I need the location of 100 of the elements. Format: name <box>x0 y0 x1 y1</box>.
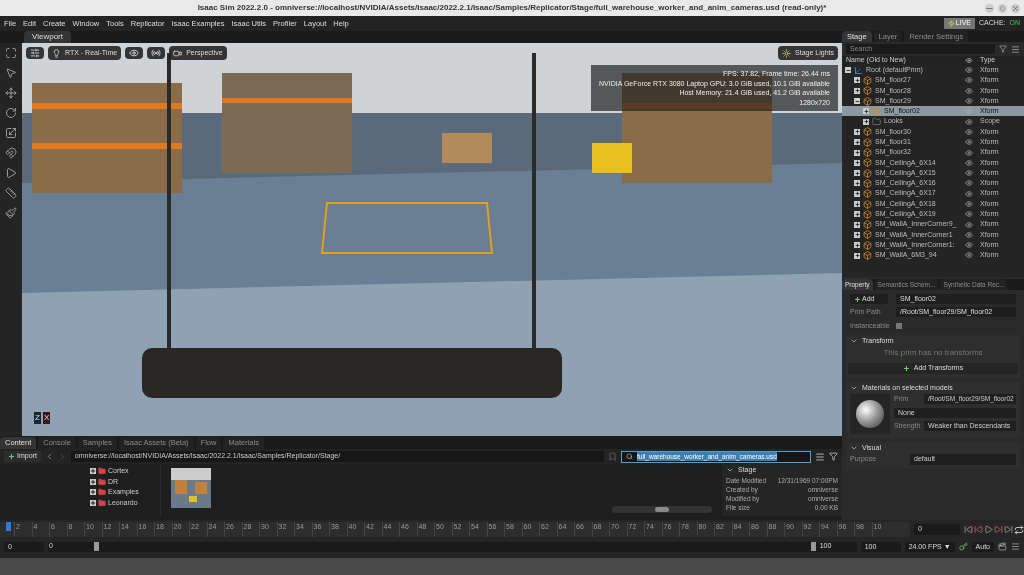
visibility-icon[interactable] <box>962 210 976 219</box>
key-icon[interactable] <box>958 542 968 551</box>
last-frame-icon[interactable] <box>994 525 1003 534</box>
visibility-icon[interactable] <box>962 148 976 157</box>
plus-icon <box>854 295 861 303</box>
clapperboard-icon[interactable] <box>998 542 1007 551</box>
expand-toggle[interactable] <box>854 159 860 166</box>
settings-button[interactable] <box>26 47 44 59</box>
expand-icon[interactable] <box>90 468 96 475</box>
expand-toggle[interactable] <box>854 211 860 218</box>
mesh-icon <box>863 251 872 260</box>
mesh-icon <box>863 86 872 96</box>
expand-toggle[interactable] <box>854 149 860 156</box>
expand-toggle[interactable] <box>854 231 860 238</box>
lightbulb-icon <box>52 48 61 58</box>
signal-button[interactable] <box>147 47 166 59</box>
menu-icon[interactable] <box>1011 542 1020 551</box>
move-icon[interactable] <box>5 87 17 99</box>
visibility-icon[interactable] <box>962 117 976 126</box>
visibility-icon[interactable] <box>962 241 976 250</box>
mesh-icon <box>863 127 872 137</box>
range-handle[interactable] <box>810 542 816 551</box>
mesh-icon <box>863 230 872 240</box>
mesh-icon <box>863 178 872 188</box>
mesh-icon <box>863 189 872 199</box>
search-icon <box>626 453 633 460</box>
mesh-icon <box>863 209 872 219</box>
visibility-icon[interactable] <box>962 179 976 188</box>
camera-icon <box>173 48 183 58</box>
expand-toggle[interactable] <box>854 139 860 146</box>
menu-icon[interactable] <box>815 451 825 462</box>
folder-icon <box>872 117 881 127</box>
visibility-icon[interactable] <box>962 220 976 229</box>
instanceable-checkbox[interactable] <box>896 322 902 329</box>
window-title: Isaac Sim 2022.2.0 - omniverse://localhost/NVIDIA/Assets/Isaac/2022.2.1/Isaac/Samples/Replicator/Stage/full_warehouse_worker_and_anim_cameras.usd (read-only)* <box>197 2 827 14</box>
previous-key-icon[interactable] <box>964 525 973 534</box>
visibility-icon[interactable] <box>962 86 976 95</box>
loop-icon[interactable] <box>1014 524 1024 535</box>
magnet-icon[interactable] <box>5 147 17 159</box>
visibility-icon[interactable] <box>962 97 976 106</box>
mesh-icon <box>863 96 872 106</box>
visibility-icon[interactable] <box>962 200 976 208</box>
rotate-icon[interactable] <box>5 107 17 119</box>
filter-icon[interactable] <box>829 452 838 461</box>
mesh-icon <box>863 220 872 230</box>
play-icon[interactable] <box>984 525 993 534</box>
expand-toggle[interactable] <box>863 118 869 125</box>
expand-toggle[interactable] <box>854 201 860 207</box>
lightning-icon <box>947 20 955 27</box>
expand-toggle[interactable] <box>854 242 860 249</box>
expand-toggle[interactable] <box>863 108 869 115</box>
expand-toggle[interactable] <box>854 87 860 94</box>
mesh-icon <box>872 106 881 116</box>
visibility-icon[interactable] <box>962 230 976 239</box>
mesh-icon <box>863 168 872 178</box>
expand-toggle[interactable] <box>854 221 860 228</box>
frame-icon[interactable] <box>5 47 17 59</box>
expand-icon[interactable] <box>90 489 96 496</box>
visibility-icon[interactable] <box>962 127 976 136</box>
expand-toggle[interactable] <box>854 170 860 177</box>
viewport-tab[interactable]: Viewport <box>24 31 71 43</box>
next-key-icon[interactable] <box>1004 525 1013 534</box>
plus-icon <box>902 365 910 372</box>
eye-button[interactable] <box>125 47 144 59</box>
visibility-icon[interactable] <box>962 66 976 75</box>
filter-icon[interactable] <box>999 45 1007 53</box>
visibility-icon[interactable] <box>962 76 976 85</box>
visibility-icon[interactable] <box>962 138 976 147</box>
expand-icon[interactable] <box>90 499 96 506</box>
visibility-icon[interactable] <box>962 189 976 198</box>
visibility-icon[interactable] <box>962 158 976 167</box>
expand-icon[interactable] <box>90 478 96 485</box>
expand-toggle[interactable] <box>854 180 860 187</box>
minimize-icon[interactable] <box>985 3 994 13</box>
visibility-icon[interactable] <box>962 169 976 178</box>
mesh-icon <box>863 148 872 158</box>
axis-label: X <box>42 412 51 424</box>
visibility-icon[interactable] <box>962 251 976 260</box>
expand-toggle[interactable] <box>854 98 860 105</box>
axes-icon <box>854 65 863 75</box>
scale-icon[interactable] <box>5 127 17 139</box>
sun-icon <box>782 48 792 58</box>
ruler-icon[interactable] <box>5 187 17 199</box>
expand-toggle[interactable] <box>845 67 851 74</box>
pointer-icon[interactable] <box>5 67 17 79</box>
close-icon[interactable] <box>1011 3 1020 13</box>
plus-icon <box>8 453 15 460</box>
first-frame-icon[interactable] <box>974 525 983 534</box>
menu-icon[interactable] <box>1011 44 1020 54</box>
expand-toggle[interactable] <box>854 252 860 259</box>
axis-label: Z <box>34 412 41 424</box>
brush-icon[interactable] <box>5 207 17 219</box>
range-handle[interactable] <box>94 542 99 551</box>
expand-toggle[interactable] <box>854 128 860 135</box>
mesh-icon <box>863 199 872 209</box>
expand-toggle[interactable] <box>854 77 860 84</box>
visibility-icon <box>962 57 976 64</box>
expand-toggle[interactable] <box>854 190 860 197</box>
play-icon[interactable] <box>5 167 17 179</box>
mesh-icon <box>863 137 872 147</box>
